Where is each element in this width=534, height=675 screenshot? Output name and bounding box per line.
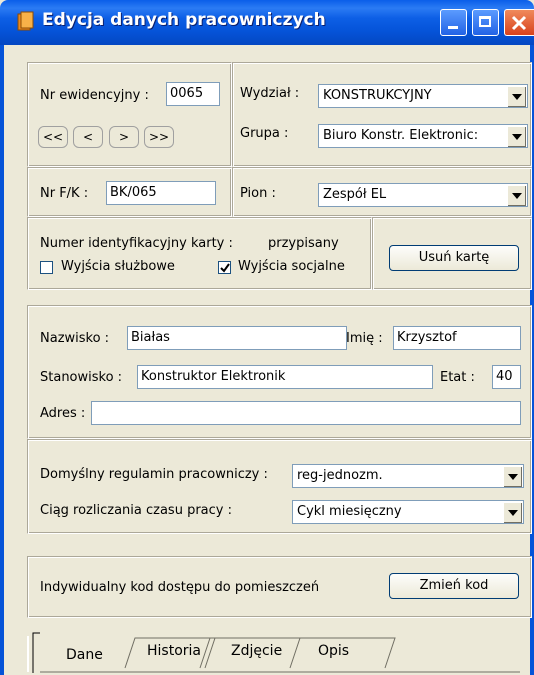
ciag-dropdown-button[interactable]: [503, 502, 522, 523]
fk-label: Nr F/K :: [40, 186, 89, 201]
wydzial-label: Wydział :: [240, 86, 300, 101]
dialog-window: Edycja danych pracowniczych Nr ewidencyj…: [0, 0, 534, 675]
nr-label: Nr ewidencyjny :: [40, 88, 149, 103]
card-id-label: Numer identyfikacyjny karty :: [40, 236, 233, 251]
pion-value: Zespół EL: [323, 187, 387, 202]
name-label: Imię :: [346, 331, 383, 346]
prev-record-button[interactable]: <: [73, 126, 103, 148]
chevron-down-icon: [512, 193, 522, 199]
pion-select[interactable]: Zespół EL: [318, 183, 528, 207]
last-record-button[interactable]: >>: [144, 126, 174, 148]
close-icon: [511, 15, 527, 31]
etat-input[interactable]: 40: [492, 365, 521, 389]
chk-social-exits-label: Wyjścia socjalne: [238, 259, 345, 274]
title-bar[interactable]: Edycja danych pracowniczych: [0, 0, 534, 45]
regulamin-select[interactable]: reg-jednozm.: [292, 464, 524, 488]
tab-dane[interactable]: Dane: [66, 640, 103, 671]
access-label: Indywidualny kod dostępu do pomieszczeń: [40, 580, 320, 595]
chevron-down-icon: [508, 510, 518, 516]
surname-input[interactable]: Białas: [127, 326, 347, 350]
regulamin-dropdown-button[interactable]: [503, 466, 522, 487]
card-id-status: przypisany: [268, 236, 339, 251]
position-input[interactable]: Konstruktor Elektronik: [137, 365, 433, 389]
next-record-button[interactable]: >: [109, 126, 139, 148]
fk-input[interactable]: BK/065: [106, 181, 216, 205]
nr-input[interactable]: 0065: [166, 82, 220, 106]
minimize-icon: [448, 26, 458, 29]
wydzial-select[interactable]: KONSTRUKCYJNY: [318, 84, 528, 108]
grupa-dropdown-button[interactable]: [507, 126, 526, 147]
window-frame-left: [0, 45, 4, 675]
tab-historia[interactable]: Historia: [147, 636, 201, 667]
pion-dropdown-button[interactable]: [507, 185, 526, 206]
chk-social-exits[interactable]: [218, 261, 231, 274]
window-title: Edycja danych pracowniczych: [42, 10, 326, 30]
first-record-button[interactable]: <<: [38, 126, 68, 148]
position-label: Stanowisko :: [40, 370, 123, 385]
maximize-icon: [479, 16, 491, 27]
chevron-down-icon: [512, 94, 522, 100]
chk-business-exits-label: Wyjścia służbowe: [61, 259, 175, 274]
close-button[interactable]: [504, 9, 534, 36]
maximize-button[interactable]: [472, 9, 499, 36]
address-input[interactable]: [91, 401, 521, 425]
tab-zdjecie[interactable]: Zdjęcie: [231, 636, 282, 667]
surname-label: Nazwisko :: [40, 331, 110, 346]
wydzial-value: KONSTRUKCYJNY: [323, 88, 432, 103]
chk-business-exits[interactable]: [40, 261, 53, 274]
grupa-select[interactable]: Biuro Konstr. Elektronic:: [318, 124, 528, 148]
tab-opis[interactable]: Opis: [318, 636, 349, 667]
app-icon: [17, 11, 34, 31]
pion-label: Pion :: [240, 186, 276, 201]
regulamin-value: reg-jednozm.: [297, 468, 383, 483]
card-group: [27, 217, 372, 290]
name-input[interactable]: Krzysztof: [393, 326, 521, 350]
grupa-value: Biuro Konstr. Elektronic:: [323, 128, 479, 143]
ciag-select[interactable]: Cykl miesięczny: [292, 500, 524, 524]
chevron-down-icon: [508, 474, 518, 480]
department-group: [232, 62, 532, 167]
chevron-down-icon: [512, 134, 522, 140]
address-label: Adres :: [40, 406, 86, 421]
checkmark-icon: [220, 263, 230, 273]
wydzial-dropdown-button[interactable]: [507, 86, 526, 107]
remove-card-button[interactable]: Usuń kartę: [389, 245, 519, 271]
record-group: [27, 62, 232, 167]
minimize-button[interactable]: [440, 9, 467, 36]
grupa-label: Grupa :: [240, 126, 289, 141]
ciag-label: Ciąg rozliczania czasu pracy :: [40, 503, 232, 518]
change-code-button[interactable]: Zmień kod: [389, 573, 519, 599]
etat-label: Etat :: [440, 370, 475, 385]
ciag-value: Cykl miesięczny: [297, 504, 402, 519]
regulamin-label: Domyślny regulamin pracowniczy :: [40, 467, 268, 482]
